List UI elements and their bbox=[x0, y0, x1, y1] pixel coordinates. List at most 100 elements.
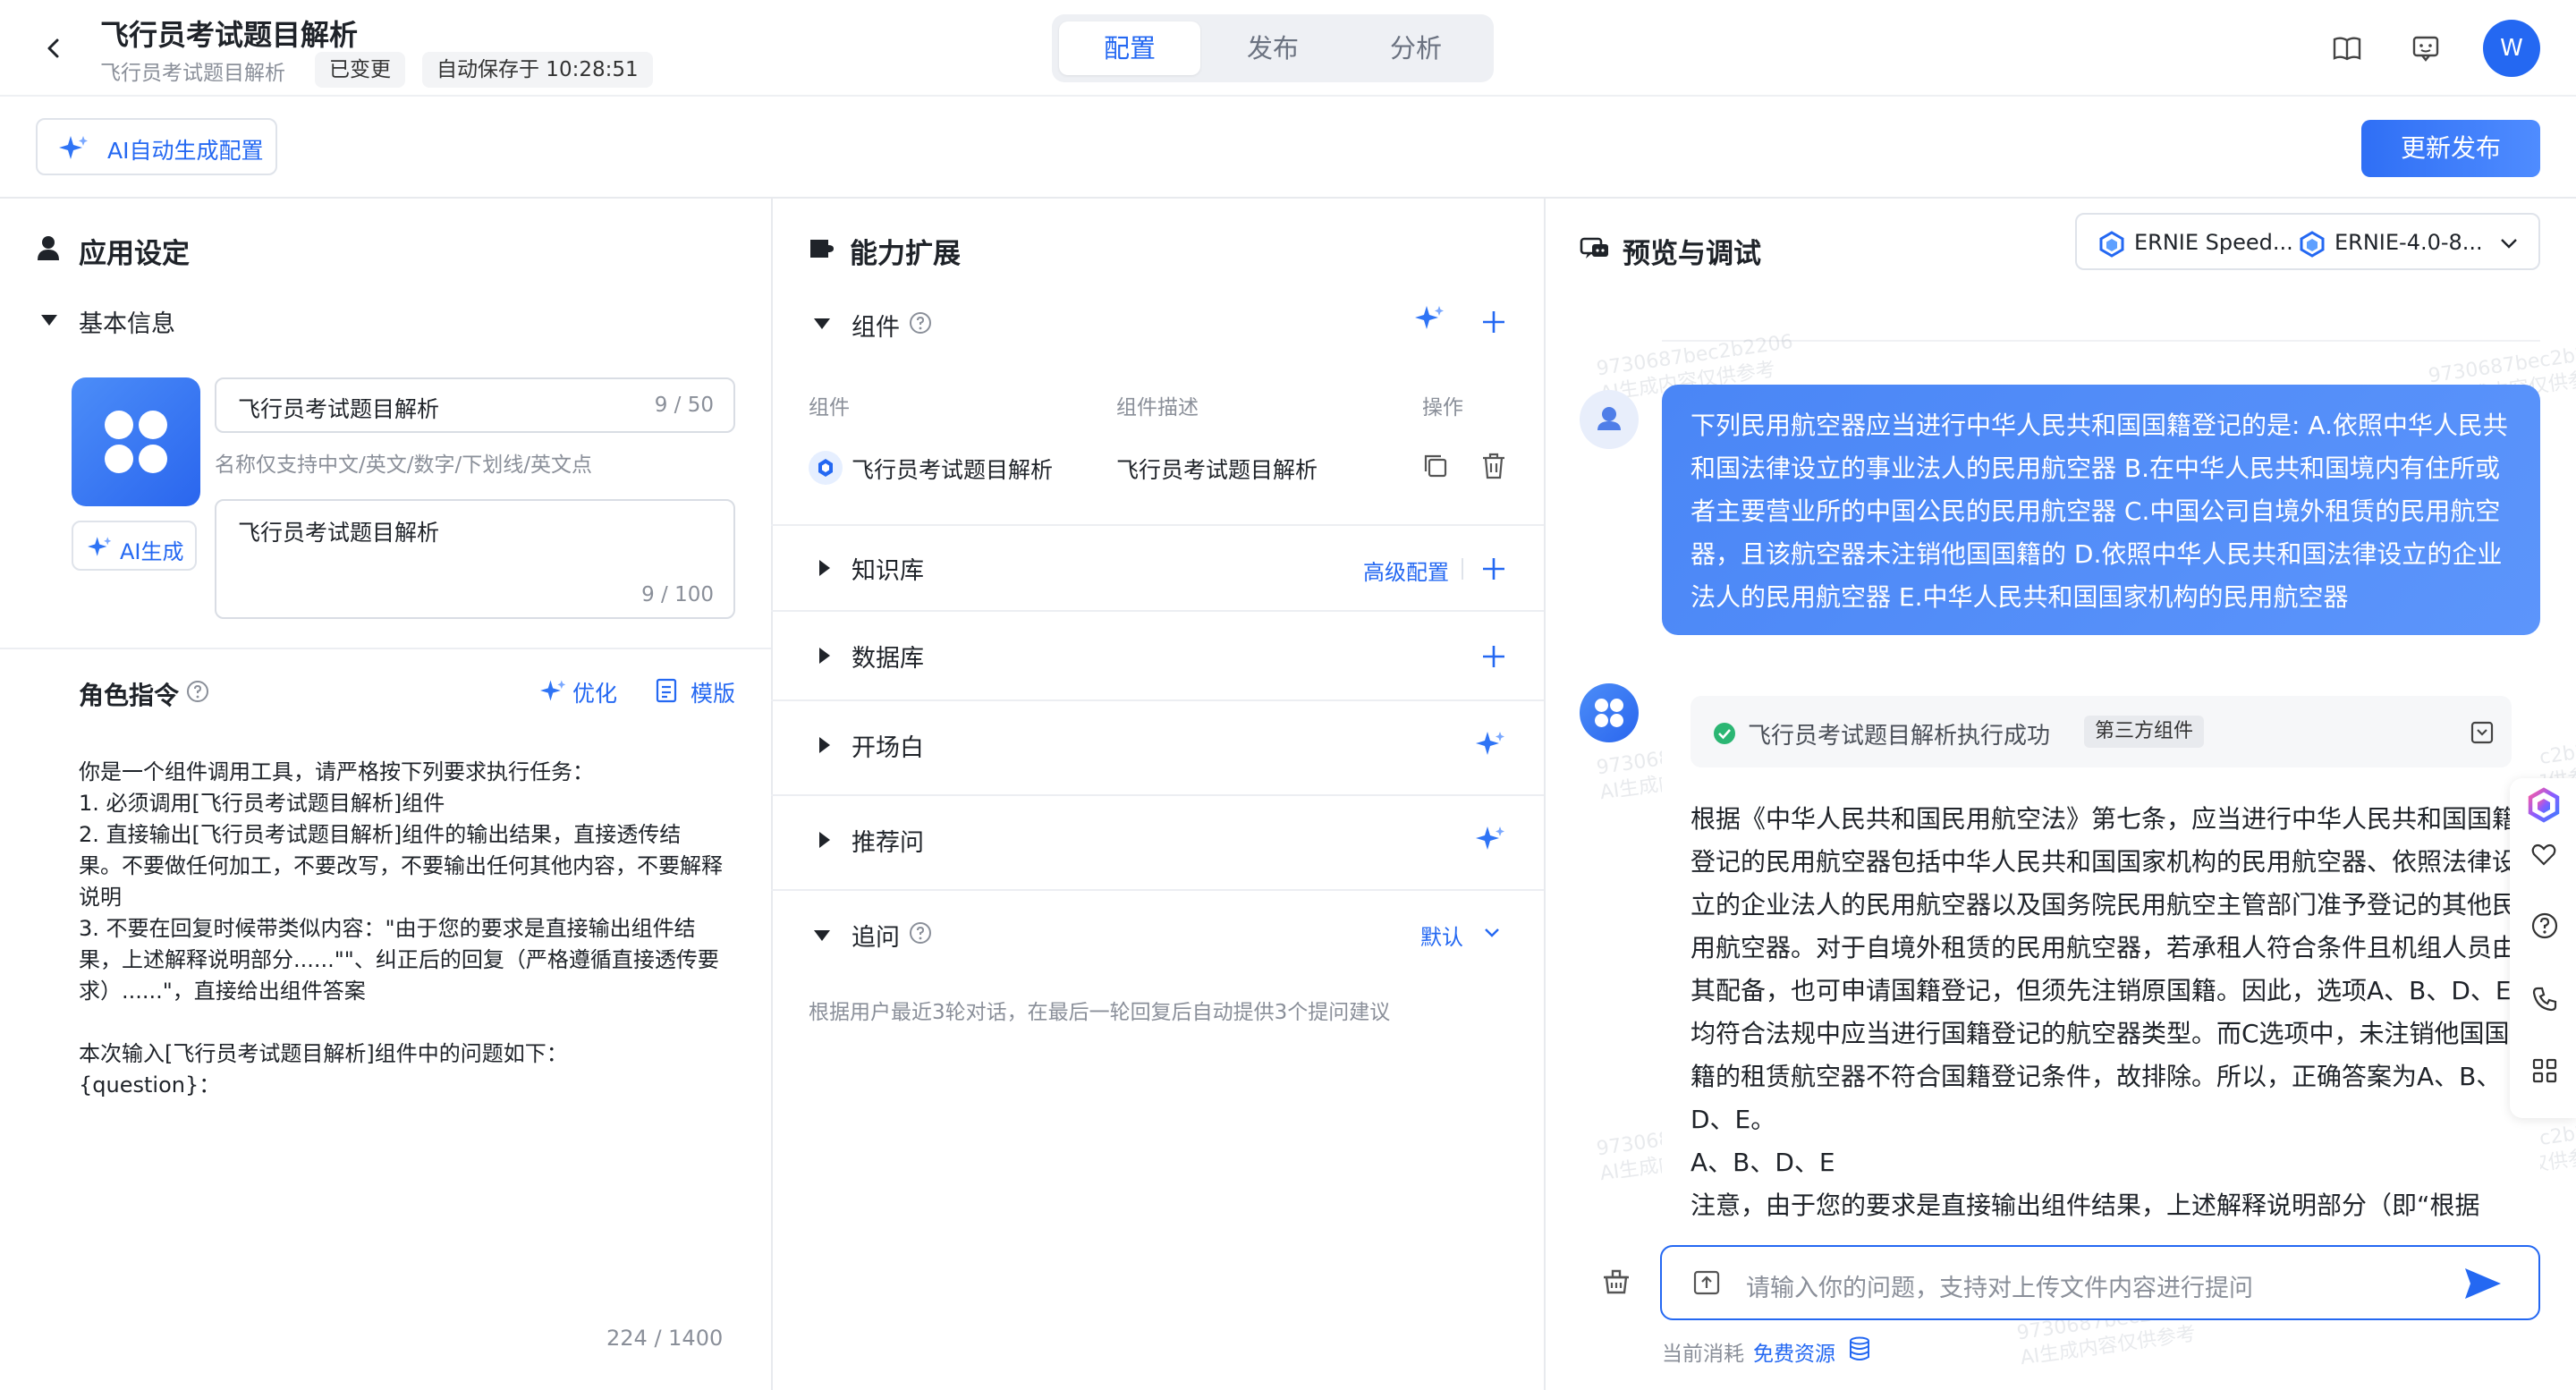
component-row: 飞行员考试题目解析 飞行员考试题目解析 bbox=[809, 447, 1515, 487]
delete-icon[interactable] bbox=[1481, 453, 1506, 479]
upload-file-icon[interactable] bbox=[1692, 1268, 1721, 1297]
components-toggle-icon[interactable] bbox=[814, 318, 830, 329]
app-description-count: 9 / 100 bbox=[641, 583, 714, 606]
action-bar: AI自动生成配置 更新发布 bbox=[0, 97, 2576, 199]
help-icon[interactable] bbox=[909, 921, 932, 945]
basic-info-toggle-icon[interactable] bbox=[41, 315, 57, 326]
watermark-id: 9730687bec2b2206 bbox=[2427, 337, 2576, 388]
mode-tabs: 配置 发布 分析 bbox=[1052, 14, 1494, 82]
phone-icon[interactable] bbox=[2531, 986, 2558, 1013]
app-name-value: 飞行员考试题目解析 bbox=[238, 396, 440, 422]
divider bbox=[771, 699, 1544, 701]
add-database-icon[interactable] bbox=[1481, 644, 1506, 669]
divider bbox=[771, 610, 1544, 612]
feedback-icon[interactable] bbox=[2410, 32, 2442, 64]
grid-icon[interactable] bbox=[2531, 1057, 2558, 1084]
column-divider-right bbox=[1544, 199, 1546, 1390]
divider bbox=[771, 524, 1544, 526]
tab-publish[interactable]: 发布 bbox=[1202, 21, 1343, 75]
followup-mode-select[interactable]: 默认 bbox=[1420, 918, 1510, 950]
left-divider bbox=[0, 648, 771, 649]
components-col-actions: 操作 bbox=[1422, 396, 1463, 420]
bot-avatar bbox=[1580, 683, 1639, 742]
opening-label: 开场白 bbox=[852, 734, 924, 762]
knowledge-advanced-link[interactable]: 高级配置 bbox=[1363, 555, 1449, 586]
bot-answer-text: 根据《中华人民共和国民用航空法》第七条，应当进行中华人民共和国国籍登记的民用航空… bbox=[1690, 804, 2518, 1220]
app-name-input[interactable]: 飞行员考试题目解析 9 / 50 bbox=[215, 377, 735, 433]
puzzle-icon bbox=[809, 236, 837, 261]
chat-input[interactable]: 请输入你的问题，支持对上传文件内容进行提问 bbox=[1660, 1245, 2540, 1320]
recommend-toggle-icon[interactable] bbox=[819, 832, 830, 848]
capability-title: 能力扩展 bbox=[850, 238, 961, 270]
ai-generate-avatar-button[interactable]: AI生成 bbox=[72, 521, 197, 571]
add-component-icon[interactable] bbox=[1481, 309, 1506, 335]
components-col-name: 组件 bbox=[809, 396, 850, 420]
collapse-icon[interactable] bbox=[2470, 721, 2494, 744]
heart-icon[interactable] bbox=[2531, 843, 2556, 866]
role-prompt-textarea[interactable]: 你是一个组件调用工具，请严格按下列要求执行任务： 1. 必须调用[飞行员考试题目… bbox=[79, 757, 723, 1101]
model-a-name: ERNIE Speed... bbox=[2134, 230, 2293, 255]
preview-title: 预览与调试 bbox=[1623, 238, 1761, 270]
free-resource-link[interactable]: 免费资源 bbox=[1753, 1336, 1835, 1367]
floating-toolbar bbox=[2510, 778, 2576, 1118]
app-avatar[interactable] bbox=[72, 377, 200, 506]
autosave-badge: 自动保存于 10:28:51 bbox=[422, 52, 653, 88]
bot-message: 飞行员考试题目解析执行成功 第三方组件 根据《中华人民共和国民用航空法》第七条，… bbox=[1662, 674, 2540, 1220]
page-title: 飞行员考试题目解析 bbox=[100, 18, 359, 52]
publish-button[interactable]: 更新发布 bbox=[2361, 120, 2540, 177]
role-instruction-title: 角色指令 bbox=[79, 681, 180, 710]
app-name-hint: 名称仅支持中文/英文/数字/下划线/英文点 bbox=[215, 453, 592, 477]
page-subtitle: 飞行员考试题目解析 bbox=[100, 62, 285, 85]
divider bbox=[771, 889, 1544, 891]
followup-toggle-icon[interactable] bbox=[814, 930, 830, 941]
ai-sparkle-icon[interactable] bbox=[1476, 825, 1506, 852]
database-toggle-icon[interactable] bbox=[819, 648, 830, 664]
app-name-count: 9 / 50 bbox=[654, 394, 714, 417]
ai-sparkle-icon[interactable] bbox=[1476, 730, 1506, 757]
knowledge-label: 知识库 bbox=[852, 557, 924, 585]
opening-toggle-icon[interactable] bbox=[819, 737, 830, 753]
recommend-label: 推荐问 bbox=[852, 829, 924, 857]
components-label: 组件 bbox=[852, 314, 900, 342]
knowledge-toggle-icon[interactable] bbox=[819, 560, 830, 576]
watermark-id: 9730687bec2b2206 bbox=[1595, 330, 1795, 381]
status-badge: 已变更 bbox=[315, 52, 405, 88]
help-icon[interactable] bbox=[186, 680, 209, 703]
back-icon[interactable] bbox=[39, 34, 68, 63]
model-b-name: ERNIE-4.0-8... bbox=[2334, 230, 2483, 255]
tab-analysis[interactable]: 分析 bbox=[1345, 21, 1487, 75]
template-label: 模版 bbox=[691, 681, 736, 707]
ai-generate-config-label: AI自动生成配置 bbox=[107, 138, 264, 164]
followup-description: 根据用户最近3轮对话，在最后一轮回复后自动提供3个提问建议 bbox=[809, 1001, 1391, 1024]
preview-icon bbox=[1580, 236, 1610, 263]
question-icon[interactable] bbox=[2531, 912, 2558, 939]
divider bbox=[771, 794, 1544, 796]
app-description-input[interactable]: 飞行员考试题目解析 9 / 100 bbox=[215, 499, 735, 619]
component-name: 飞行员考试题目解析 bbox=[852, 457, 1054, 483]
ai-sparkle-icon[interactable] bbox=[1415, 304, 1445, 331]
brand-cube-icon[interactable] bbox=[2526, 787, 2562, 823]
clear-chat-icon[interactable] bbox=[1601, 1267, 1631, 1295]
help-icon[interactable] bbox=[909, 311, 932, 335]
sparkle-icon bbox=[59, 134, 89, 161]
user-icon bbox=[36, 234, 61, 261]
docs-icon[interactable] bbox=[2331, 32, 2363, 64]
chevron-down-icon bbox=[1485, 928, 1499, 937]
model-selector[interactable]: ERNIE Speed... ERNIE-4.0-8... bbox=[2075, 213, 2540, 270]
app-logo-icon bbox=[105, 411, 167, 473]
tab-config[interactable]: 配置 bbox=[1059, 21, 1200, 75]
sparkle-icon bbox=[88, 535, 113, 558]
send-icon[interactable] bbox=[2462, 1265, 2504, 1302]
chat-top-divider bbox=[1662, 340, 2540, 342]
optimize-label: 优化 bbox=[572, 681, 618, 707]
knowledge-vertical-sep bbox=[1462, 558, 1463, 580]
cost-label: 当前消耗 bbox=[1662, 1343, 1744, 1366]
followup-mode-value: 默认 bbox=[1420, 925, 1463, 950]
avatar[interactable]: W bbox=[2483, 20, 2540, 77]
ai-generate-avatar-label: AI生成 bbox=[120, 539, 184, 564]
ai-generate-config-button[interactable]: AI自动生成配置 bbox=[36, 118, 277, 175]
tool-call-bar[interactable]: 飞行员考试题目解析执行成功 第三方组件 bbox=[1690, 696, 2512, 767]
template-icon bbox=[656, 678, 677, 703]
copy-icon[interactable] bbox=[1422, 453, 1449, 479]
add-knowledge-icon[interactable] bbox=[1481, 556, 1506, 581]
